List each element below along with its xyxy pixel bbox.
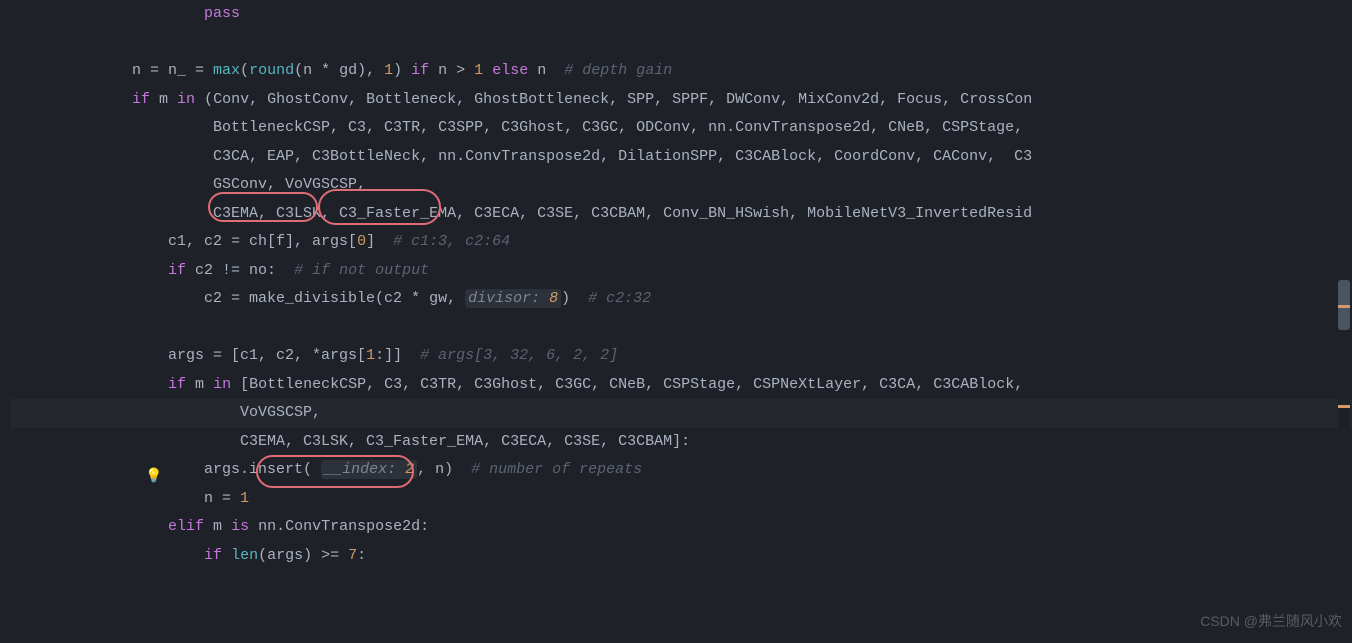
keyword-pass: pass xyxy=(204,5,240,22)
minimap-mark xyxy=(1338,305,1350,308)
code-line[interactable]: pass xyxy=(10,0,1352,29)
code-line[interactable]: C3CA, EAP, C3BottleNeck, nn.ConvTranspos… xyxy=(10,143,1352,172)
code-line[interactable] xyxy=(10,29,1352,58)
code-line[interactable]: args = [c1, c2, *args[1:]] # args[3, 32,… xyxy=(10,342,1352,371)
param-hint: __index: 2 xyxy=(321,460,417,479)
code-line[interactable]: c1, c2 = ch[f], args[0] # c1:3, c2:64 xyxy=(10,228,1352,257)
code-line[interactable]: C3EMA, C3LSK, C3_Faster_EMA, C3ECA, C3SE… xyxy=(10,428,1352,457)
code-line[interactable]: args.insert( __index: 2, n) # number of … xyxy=(10,456,1352,485)
code-editor[interactable]: pass n = n_ = max(round(n * gd), 1) if n… xyxy=(0,0,1352,570)
minimap-mark xyxy=(1338,405,1350,408)
code-line[interactable]: BottleneckCSP, C3, C3TR, C3SPP, C3Ghost,… xyxy=(10,114,1352,143)
code-line[interactable]: C3EMA, C3LSK, C3_Faster_EMA, C3ECA, C3SE… xyxy=(10,200,1352,229)
watermark-text: CSDN @弗兰随风小欢 xyxy=(1200,608,1342,635)
code-line[interactable]: if len(args) >= 7: xyxy=(10,542,1352,571)
code-line[interactable]: c2 = make_divisible(c2 * gw, divisor: 8)… xyxy=(10,285,1352,314)
code-line[interactable]: if c2 != no: # if not output xyxy=(10,257,1352,286)
code-line[interactable]: n = n_ = max(round(n * gd), 1) if n > 1 … xyxy=(10,57,1352,86)
param-hint: divisor: 8 xyxy=(465,289,561,308)
code-line[interactable]: if m in [BottleneckCSP, C3, C3TR, C3Ghos… xyxy=(10,371,1352,400)
code-line[interactable]: if m in (Conv, GhostConv, Bottleneck, Gh… xyxy=(10,86,1352,115)
code-line[interactable]: GSConv, VoVGSCSP, xyxy=(10,171,1352,200)
code-line-cursor[interactable]: VoVGSCSP, xyxy=(10,399,1352,428)
lightbulb-icon[interactable]: 💡 xyxy=(145,464,162,491)
code-line[interactable]: n = 1 xyxy=(10,485,1352,514)
code-line[interactable] xyxy=(10,314,1352,343)
code-line[interactable]: elif m is nn.ConvTranspose2d: xyxy=(10,513,1352,542)
